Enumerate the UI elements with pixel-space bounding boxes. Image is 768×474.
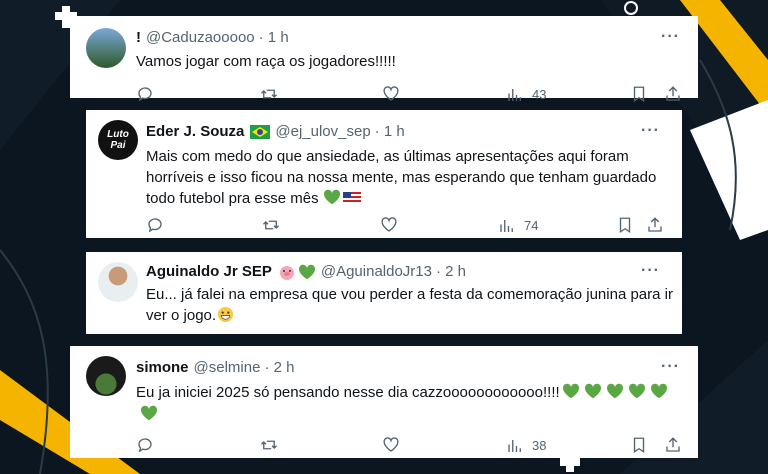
views-icon	[508, 89, 521, 101]
retweet-icon	[263, 220, 279, 230]
tweet-card[interactable]: Luto Pai Eder J. Souza @ej_ulov_sep · 1 …	[86, 110, 682, 238]
more-icon[interactable]: ···	[661, 359, 680, 375]
reply-icon	[138, 87, 152, 102]
views-count: 74	[524, 218, 539, 233]
bookmark-button[interactable]	[630, 436, 648, 454]
action-bar: 43	[70, 85, 698, 107]
share-icon	[666, 437, 680, 452]
tweet-text: Mais com medo do que ansiedade, as últim…	[146, 146, 656, 209]
green-heart-icon	[606, 383, 623, 399]
views-icon	[500, 220, 513, 232]
author-name[interactable]: Eder J. Souza	[146, 122, 244, 142]
reply-button[interactable]	[136, 85, 154, 103]
author-handle[interactable]: @selmine	[194, 358, 261, 378]
tweet-text: Vamos jogar com raça os jogadores!!!!!	[136, 53, 396, 70]
avatar[interactable]	[86, 356, 126, 396]
retweet-icon	[261, 89, 277, 99]
green-heart-icon	[584, 383, 601, 399]
green-heart-icon	[298, 264, 315, 280]
reply-button[interactable]	[146, 216, 164, 234]
green-heart-icon	[323, 189, 340, 205]
like-icon	[381, 217, 397, 232]
timestamp[interactable]: · 2 h	[264, 358, 294, 378]
like-icon	[383, 437, 399, 452]
tweet-text-content: Mais com medo do que ansiedade, as últim…	[146, 148, 657, 207]
like-button[interactable]	[382, 85, 400, 103]
author-name[interactable]: !	[136, 28, 141, 48]
bookmark-icon	[619, 217, 631, 234]
views-button[interactable]: 43	[506, 85, 546, 105]
author-handle[interactable]: @AguinaldoJr13	[321, 262, 432, 282]
more-icon[interactable]: ···	[641, 123, 660, 139]
green-heart-icon	[562, 383, 579, 399]
brazil-flag-icon	[250, 125, 271, 139]
green-heart-icon	[650, 383, 667, 399]
reply-icon	[148, 218, 162, 233]
grinning-face-icon	[217, 306, 234, 323]
reply-button[interactable]	[136, 436, 154, 454]
tweet-card[interactable]: simone @selmine · 2 h ··· Eu ja iniciei …	[70, 346, 698, 458]
views-button[interactable]: 74	[498, 216, 538, 236]
green-heart-icon	[140, 405, 158, 421]
action-bar: 38	[70, 436, 698, 458]
author-handle[interactable]: @Caduzaooooo	[146, 28, 255, 48]
retweet-button[interactable]	[262, 216, 280, 234]
more-icon[interactable]: ···	[661, 29, 680, 45]
avatar[interactable]: Luto Pai	[98, 120, 138, 160]
action-bar: 74	[86, 216, 682, 238]
timestamp[interactable]: · 1 h	[259, 28, 289, 48]
like-button[interactable]	[380, 216, 398, 234]
bookmark-button[interactable]	[630, 85, 648, 103]
share-icon	[648, 217, 662, 232]
retweet-button[interactable]	[260, 85, 278, 103]
views-count: 38	[532, 438, 547, 453]
bookmark-icon	[633, 86, 645, 103]
author-handle[interactable]: @ej_ulov_sep	[275, 122, 370, 142]
bookmark-icon	[633, 437, 645, 454]
like-icon	[383, 86, 399, 101]
timestamp[interactable]: · 1 h	[375, 122, 405, 142]
retweet-button[interactable]	[260, 436, 278, 454]
tweet-card[interactable]: Aguinaldo Jr SEP @AguinaldoJr13 · 2 h ··…	[86, 252, 682, 334]
author-name[interactable]: Aguinaldo Jr SEP	[146, 262, 272, 282]
more-icon[interactable]: ···	[641, 263, 660, 279]
views-count: 43	[532, 87, 547, 102]
author-name[interactable]: simone	[136, 358, 189, 378]
avatar[interactable]	[86, 28, 126, 68]
like-button[interactable]	[382, 436, 400, 454]
bookmark-button[interactable]	[616, 216, 634, 234]
tweet-text-content: Eu ja iniciei 2025 só pensando nesse dia…	[136, 384, 560, 401]
reply-icon	[138, 438, 152, 453]
retweet-icon	[261, 440, 277, 450]
share-button[interactable]	[664, 436, 682, 454]
pig-icon	[279, 266, 294, 280]
tweet-card[interactable]: ! @Caduzaooooo · 1 h ··· Vamos jogar com…	[70, 16, 698, 103]
tweet-text: Eu ja iniciei 2025 só pensando nesse dia…	[136, 382, 684, 426]
share-button[interactable]	[664, 85, 682, 103]
avatar[interactable]	[98, 262, 138, 302]
us-flag-icon	[342, 192, 361, 204]
timestamp[interactable]: · 2 h	[436, 262, 466, 282]
share-button[interactable]	[646, 216, 664, 234]
share-icon	[666, 86, 680, 101]
views-icon	[508, 440, 521, 452]
tweet-text: Eu... já falei na empresa que vou perder…	[146, 284, 673, 326]
green-heart-icon	[628, 383, 645, 399]
views-button[interactable]: 38	[506, 436, 546, 456]
